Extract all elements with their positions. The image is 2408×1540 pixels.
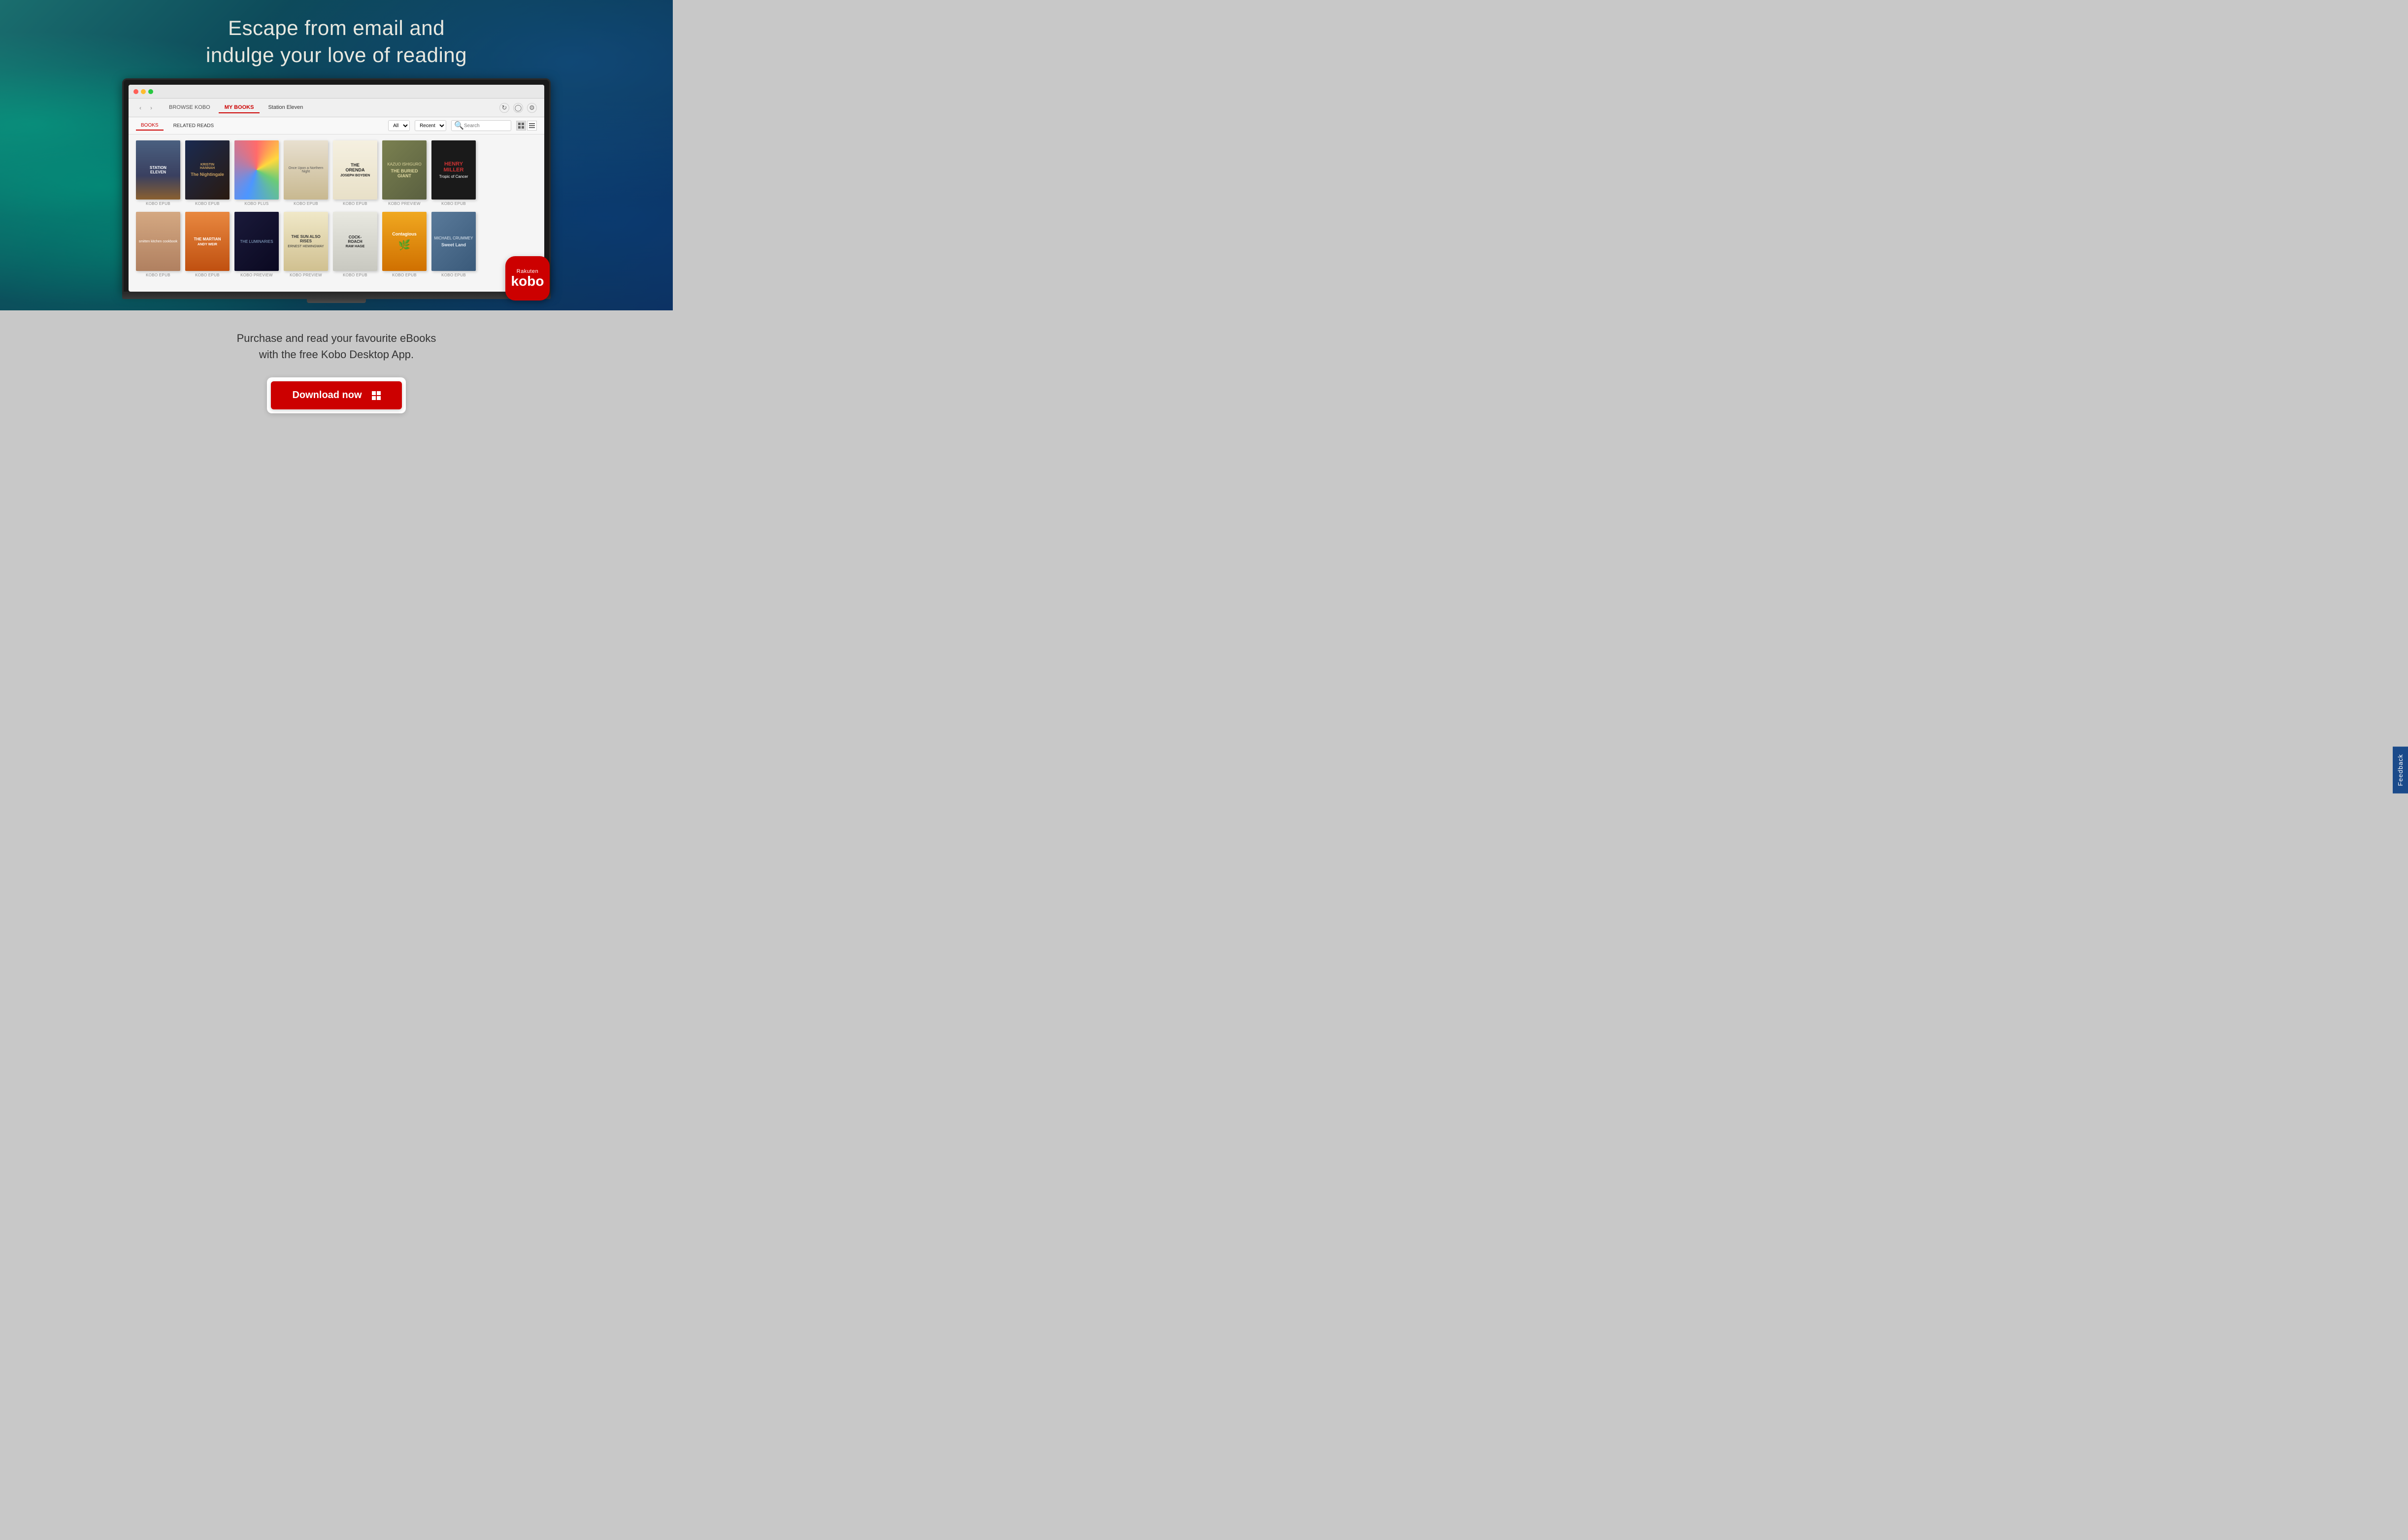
list-item[interactable]: KRISTINHANNAHThe Nightingale KOBO EPUB <box>185 140 230 206</box>
book-cover-nightingale[interactable]: KRISTINHANNAHThe Nightingale <box>185 140 230 200</box>
filter-select[interactable]: All <box>388 120 410 131</box>
list-item[interactable]: Contagious 🌿 KOBO EPUB <box>382 212 427 277</box>
nav-forward-button[interactable]: › <box>147 103 156 112</box>
book-cover-sweetland[interactable]: MICHAEL CRUMMEY Sweet Land <box>431 212 476 271</box>
settings-icon[interactable]: ⚙ <box>527 103 537 113</box>
book-cover-smitten[interactable]: smitten kitchen cookbook <box>136 212 180 271</box>
book-label: KOBO EPUB <box>441 201 466 206</box>
laptop-mockup: ‹ › BROWSE KOBO MY BOOKS Station Eleven … <box>122 78 551 303</box>
app-toolbar: BOOKS RELATED READS All Recent 🔍 <box>129 117 544 134</box>
book-cover-colorful[interactable] <box>234 140 279 200</box>
list-item[interactable]: THE SUN ALSO RISES ERNEST HEMINGWAY KOBO… <box>284 212 328 277</box>
windows-icon <box>372 391 381 400</box>
list-item[interactable]: STATIONELEVEN KOBO EPUB <box>136 140 180 206</box>
sync-icon[interactable]: ↻ <box>499 103 509 113</box>
bottom-section: Purchase and read your favourite eBooks … <box>0 310 673 438</box>
book-label: KOBO EPUB <box>343 273 367 277</box>
book-label: KOBO EPUB <box>441 273 466 277</box>
view-buttons <box>516 121 537 131</box>
books-tab[interactable]: BOOKS <box>136 121 164 131</box>
list-item[interactable]: COCK-ROACHRAW HAGE KOBO EPUB <box>333 212 377 277</box>
search-icon: 🔍 <box>454 121 464 131</box>
book-grid: STATIONELEVEN KOBO EPUB KRISTINHANNAHThe… <box>129 134 544 289</box>
book-label: KOBO EPUB <box>343 201 367 206</box>
book-label: KOBO EPUB <box>392 273 417 277</box>
sort-select[interactable]: Recent <box>415 120 446 131</box>
list-item[interactable]: HENRY MILLER Tropic of Cancer KOBO EPUB <box>431 140 476 206</box>
book-cover-buried-giant[interactable]: KAZUO ISHIGURO THE BURIED GIANT <box>382 140 427 200</box>
related-reads-tab[interactable]: RELATED READS <box>168 122 219 130</box>
book-cover-cockroach[interactable]: COCK-ROACHRAW HAGE <box>333 212 377 271</box>
tab-my-books[interactable]: MY BOOKS <box>219 102 260 113</box>
laptop-stand <box>307 299 366 303</box>
search-box[interactable]: 🔍 <box>451 120 511 131</box>
book-label: KOBO PREVIEW <box>240 273 273 277</box>
list-view-button[interactable] <box>527 121 537 131</box>
traffic-lights <box>133 89 153 94</box>
book-cover-miller[interactable]: HENRY MILLER Tropic of Cancer <box>431 140 476 200</box>
book-cover-martian[interactable]: THE MARTIANANDY WEIR <box>185 212 230 271</box>
book-label: KOBO EPUB <box>146 273 170 277</box>
kobo-name-text: kobo <box>511 274 544 288</box>
nav-back-button[interactable]: ‹ <box>136 103 145 112</box>
list-item[interactable]: THEORENDAJOSEPH BOYDEN KOBO EPUB <box>333 140 377 206</box>
search-input[interactable] <box>464 123 508 129</box>
hero-content: Escape from email and indulge your love … <box>0 0 673 303</box>
book-cover-luminaries[interactable]: THE LUMINARIES <box>234 212 279 271</box>
hero-title: Escape from email and indulge your love … <box>206 15 467 68</box>
feedback-tab[interactable]: Feedback <box>2393 746 2408 793</box>
list-item[interactable]: Once Upon a Northern Night KOBO EPUB <box>284 140 328 206</box>
list-item[interactable]: MICHAEL CRUMMEY Sweet Land KOBO EPUB <box>431 212 476 277</box>
book-label: KOBO EPUB <box>146 201 170 206</box>
tab-current-book[interactable]: Station Eleven <box>262 102 309 113</box>
nav-icons: ↻ ◯ ⚙ <box>499 103 537 113</box>
traffic-light-green[interactable] <box>148 89 153 94</box>
book-cover-northern[interactable]: Once Upon a Northern Night <box>284 140 328 200</box>
app-titlebar <box>129 85 544 99</box>
book-row-2: smitten kitchen cookbook KOBO EPUB THE M… <box>136 212 537 277</box>
laptop-screen-outer: ‹ › BROWSE KOBO MY BOOKS Station Eleven … <box>122 78 551 293</box>
list-item[interactable]: KAZUO ISHIGURO THE BURIED GIANT KOBO PRE… <box>382 140 427 206</box>
book-label: KOBO EPUB <box>195 201 220 206</box>
tagline: Purchase and read your favourite eBooks … <box>237 330 436 363</box>
page-wrapper: Escape from email and indulge your love … <box>0 0 673 438</box>
laptop-screen-inner: ‹ › BROWSE KOBO MY BOOKS Station Eleven … <box>129 85 544 292</box>
book-cover-contagious[interactable]: Contagious 🌿 <box>382 212 427 271</box>
app-nav: ‹ › BROWSE KOBO MY BOOKS Station Eleven … <box>129 99 544 117</box>
list-item[interactable]: KOBO PLUS <box>234 140 279 206</box>
download-button-label: Download now <box>292 390 362 401</box>
list-item[interactable]: THE LUMINARIES KOBO PREVIEW <box>234 212 279 277</box>
book-row-1: STATIONELEVEN KOBO EPUB KRISTINHANNAHThe… <box>136 140 537 206</box>
grid-view-button[interactable] <box>516 121 526 131</box>
book-cover-orenda[interactable]: THEORENDAJOSEPH BOYDEN <box>333 140 377 200</box>
list-item[interactable]: THE MARTIANANDY WEIR KOBO EPUB <box>185 212 230 277</box>
list-item[interactable]: smitten kitchen cookbook KOBO EPUB <box>136 212 180 277</box>
download-now-button[interactable]: Download now <box>271 381 401 409</box>
book-label: KOBO PREVIEW <box>290 273 322 277</box>
book-label: KOBO PLUS <box>245 201 269 206</box>
kobo-logo: Rakuten kobo <box>505 256 550 301</box>
nav-arrows: ‹ › <box>136 103 156 112</box>
book-label: KOBO EPUB <box>294 201 318 206</box>
feedback-tab-wrapper[interactable]: Feedback <box>2393 746 2408 793</box>
book-cover-sun-rises[interactable]: THE SUN ALSO RISES ERNEST HEMINGWAY <box>284 212 328 271</box>
book-cover-station-eleven[interactable]: STATIONELEVEN <box>136 140 180 200</box>
traffic-light-yellow[interactable] <box>141 89 146 94</box>
book-label: KOBO PREVIEW <box>388 201 421 206</box>
laptop-base <box>122 293 551 299</box>
nav-tabs: BROWSE KOBO MY BOOKS Station Eleven <box>163 102 499 113</box>
download-button-wrapper: Download now <box>267 377 405 413</box>
book-label: KOBO EPUB <box>195 273 220 277</box>
traffic-light-red[interactable] <box>133 89 138 94</box>
hero-section: Escape from email and indulge your love … <box>0 0 673 310</box>
account-icon[interactable]: ◯ <box>513 103 523 113</box>
tab-browse-kobo[interactable]: BROWSE KOBO <box>163 102 216 113</box>
